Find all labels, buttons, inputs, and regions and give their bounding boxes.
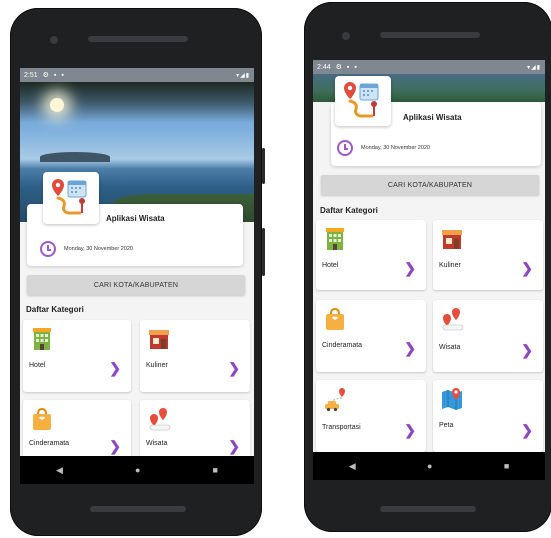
hotel-icon (326, 228, 344, 250)
settings-icon: ⚙ (335, 64, 342, 71)
travel-logo-icon (52, 179, 87, 215)
category-label: Cinderamata (322, 342, 363, 349)
souvenir-bag-icon (33, 407, 51, 430)
travel-logo-icon (344, 82, 379, 118)
clock-icon (337, 140, 353, 156)
category-cinderamata[interactable]: Cinderamata ❯ (316, 300, 426, 372)
category-cinderamata[interactable]: Cinderamata ❯ (23, 400, 131, 456)
date-text: Monday, 30 November 2020 (361, 145, 430, 151)
status-time: 2:44 (317, 63, 331, 71)
hotel-icon (33, 328, 51, 350)
status-time: 2:51 (24, 71, 38, 79)
phone-left: 2:51 ⚙ ▪ ▪ ▾◢▮ Aplikasi Wisata Monday, 3… (10, 8, 265, 536)
chevron-right-icon: ❯ (228, 438, 240, 454)
front-camera (342, 32, 350, 40)
search-city-button[interactable]: CARI KOTA/KABUPATEN (321, 175, 539, 195)
island (40, 152, 110, 162)
category-label: Hotel (29, 362, 46, 369)
screen-right: 2:44 ⚙ ▪ ▪ ▾◢▮ Aplikasi Wisata Monday, 3… (313, 60, 545, 452)
category-label: Kuliner (146, 362, 168, 369)
app-logo (335, 76, 391, 126)
chevron-right-icon: ❯ (228, 360, 240, 376)
map-pin-route-icon (149, 408, 171, 431)
search-city-button[interactable]: CARI KOTA/KABUPATEN (27, 275, 245, 295)
recents-icon[interactable]: ■ (504, 461, 509, 471)
clock-icon (40, 241, 56, 257)
top-speaker (88, 36, 188, 42)
section-title: Daftar Kategori (320, 206, 378, 215)
date-text: Monday, 30 November 2020 (64, 246, 133, 252)
back-icon[interactable]: ◀ (349, 461, 356, 472)
chevron-right-icon: ❯ (521, 342, 533, 358)
bottom-speaker (380, 506, 476, 512)
chevron-right-icon: ❯ (521, 260, 533, 276)
chevron-right-icon: ❯ (521, 422, 533, 438)
category-label: Wisata (439, 344, 461, 351)
souvenir-bag-icon (326, 307, 344, 330)
chevron-right-icon: ❯ (404, 422, 416, 438)
category-hotel[interactable]: Hotel ❯ (316, 220, 426, 290)
status-bar: 2:44 ⚙ ▪ ▪ ▾◢▮ (313, 60, 545, 74)
top-speaker (380, 32, 480, 38)
notification-icon: ▪ (53, 71, 57, 79)
car-route-icon (325, 388, 345, 412)
category-kuliner[interactable]: Kuliner ❯ (433, 220, 543, 290)
front-camera (50, 36, 58, 44)
section-title: Daftar Kategori (26, 305, 84, 314)
signal-battery-icon: ▾◢▮ (527, 64, 541, 71)
back-icon[interactable]: ◀ (56, 465, 63, 476)
volume-button (262, 228, 265, 276)
notification-icon: ▪ (346, 63, 350, 71)
phone-right: 2:44 ⚙ ▪ ▪ ▾◢▮ Aplikasi Wisata Monday, 3… (304, 2, 551, 532)
screen-left: 2:51 ⚙ ▪ ▪ ▾◢▮ Aplikasi Wisata Monday, 3… (20, 68, 254, 456)
category-label: Hotel (322, 262, 339, 269)
category-transportasi[interactable]: Transportasi ❯ (316, 380, 426, 452)
category-label: Transportasi (322, 424, 361, 431)
category-label: Peta (439, 422, 454, 429)
recents-icon[interactable]: ■ (213, 465, 218, 475)
app-logo (43, 172, 99, 224)
category-label: Kuliner (439, 262, 461, 269)
chevron-right-icon: ❯ (109, 438, 121, 454)
signal-battery-icon: ▾◢▮ (236, 72, 250, 79)
app-title: Aplikasi Wisata (106, 214, 165, 223)
category-wisata[interactable]: Wisata ❯ (140, 400, 250, 456)
nav-bar: ◀ ● ■ (313, 452, 545, 480)
map-icon (442, 388, 462, 410)
date-row: Monday, 30 November 2020 (337, 140, 430, 156)
restaurant-icon (442, 230, 462, 249)
chevron-right-icon: ❯ (404, 340, 416, 356)
category-peta[interactable]: Peta ❯ (433, 380, 543, 452)
category-hotel[interactable]: Hotel ❯ (23, 320, 131, 392)
chevron-right-icon: ❯ (109, 360, 121, 376)
home-icon[interactable]: ● (427, 461, 432, 471)
home-icon[interactable]: ● (135, 465, 140, 475)
power-button (262, 148, 265, 184)
nav-bar: ◀ ● ■ (20, 456, 254, 484)
restaurant-icon (149, 330, 169, 349)
sun-glow (50, 98, 64, 112)
settings-icon: ⚙ (42, 72, 49, 79)
bottom-speaker (90, 506, 186, 512)
status-bar: 2:51 ⚙ ▪ ▪ ▾◢▮ (20, 68, 254, 82)
date-row: Monday, 30 November 2020 (40, 241, 133, 257)
category-label: Cinderamata (29, 440, 70, 447)
category-kuliner[interactable]: Kuliner ❯ (140, 320, 250, 392)
sd-card-icon: ▪ (61, 71, 64, 79)
map-pin-route-icon (442, 308, 464, 331)
category-wisata[interactable]: Wisata ❯ (433, 300, 543, 372)
category-label: Wisata (146, 440, 168, 447)
sd-card-icon: ▪ (354, 63, 357, 71)
chevron-right-icon: ❯ (404, 260, 416, 276)
app-title: Aplikasi Wisata (403, 113, 462, 122)
